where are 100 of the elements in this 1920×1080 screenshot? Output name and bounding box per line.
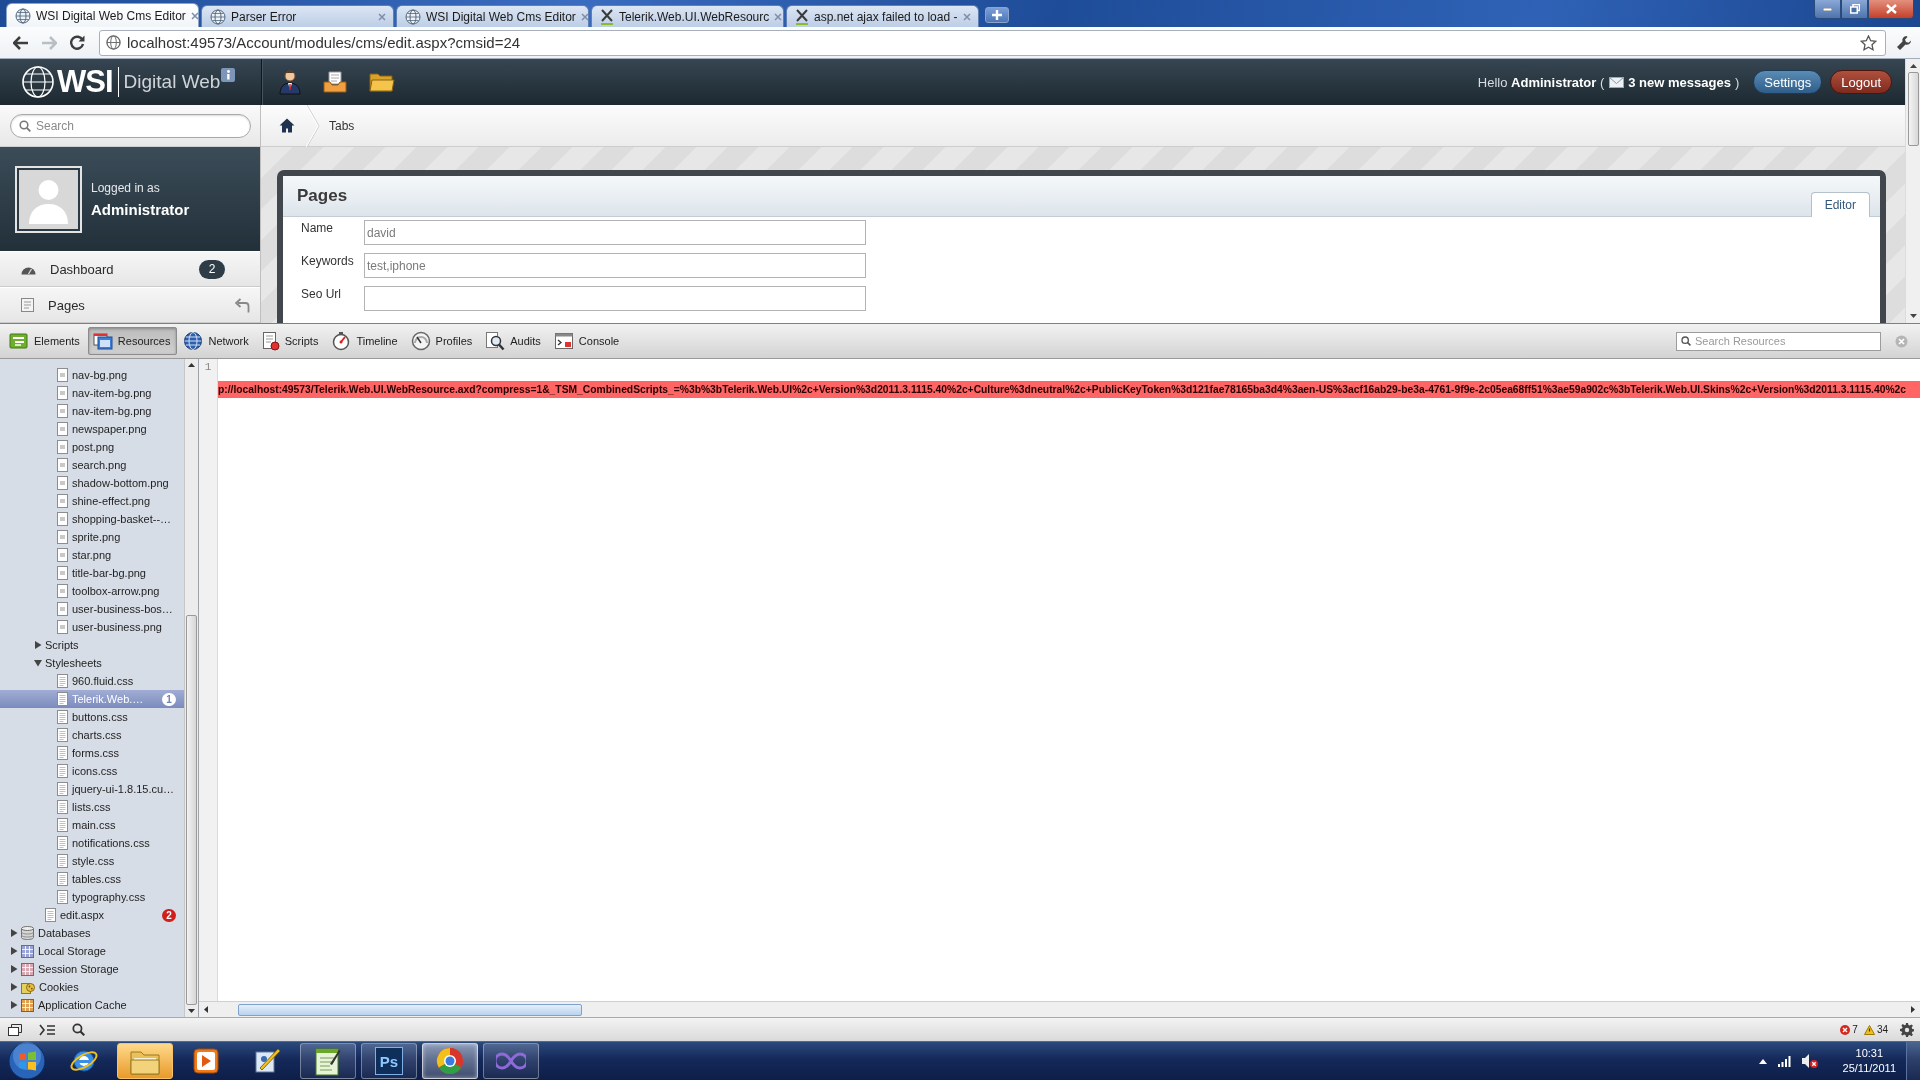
minimize-button[interactable]	[1814, 0, 1841, 19]
disclosure-triangle-icon[interactable]	[34, 641, 42, 649]
browser-tab[interactable]: Telerik.Web.UI.WebResourc	[591, 5, 784, 27]
inbox-tray-icon[interactable]	[323, 70, 347, 94]
tree-item[interactable]: Stylesheets	[0, 654, 184, 672]
tree-item[interactable]: charts.css	[0, 726, 184, 744]
tree-item[interactable]: typography.css	[0, 888, 184, 906]
logout-button[interactable]: Logout	[1830, 70, 1892, 94]
disclosure-triangle-icon[interactable]	[10, 965, 18, 973]
home-icon[interactable]	[279, 118, 295, 133]
devtools-tab[interactable]: Scripts	[256, 327, 326, 355]
devtools-tab[interactable]: Audits	[480, 327, 548, 355]
breadcrumb-link[interactable]: Tabs	[329, 118, 355, 133]
messages-link[interactable]: 3 new messages	[1628, 74, 1731, 90]
settings-button[interactable]: Settings	[1753, 70, 1823, 94]
scrollbar-thumb[interactable]	[1907, 72, 1919, 146]
dock-window-icon[interactable]	[8, 1023, 22, 1036]
warning-count[interactable]: 34	[1876, 1024, 1888, 1035]
browser-tab[interactable]: Parser Error	[201, 5, 394, 27]
scroll-down-arrow-icon[interactable]	[1909, 314, 1917, 318]
new-tab-button[interactable]	[985, 7, 1009, 23]
horizontal-scrollbar[interactable]	[199, 1001, 1920, 1017]
taskbar-button[interactable]: Ps	[361, 1043, 417, 1079]
disclosure-triangle-icon[interactable]	[34, 659, 42, 667]
scroll-up-arrow-icon[interactable]	[188, 363, 195, 367]
scrollbar-thumb[interactable]	[186, 615, 197, 1005]
tree-item[interactable]: tables.css	[0, 870, 184, 888]
error-count[interactable]: 7	[1852, 1024, 1858, 1035]
text-field[interactable]	[364, 286, 866, 311]
muted-speaker-icon[interactable]	[1801, 1054, 1818, 1068]
tree-item[interactable]: toolbox-arrow.png	[0, 582, 184, 600]
up-triangle-icon[interactable]	[1758, 1058, 1767, 1064]
scrollbar-thumb[interactable]	[238, 1003, 582, 1016]
tree-item[interactable]: nav-bg.png	[0, 366, 184, 384]
search-icon[interactable]	[72, 1023, 85, 1036]
wrench-icon[interactable]	[1896, 34, 1912, 51]
console-prompt-icon[interactable]	[39, 1023, 55, 1036]
scroll-up-arrow-icon[interactable]	[1909, 64, 1917, 68]
clock-time[interactable]: 10:31	[1855, 1046, 1884, 1061]
tree-item[interactable]: title-bar-bg.png	[0, 564, 184, 582]
tree-item[interactable]: lists.css	[0, 798, 184, 816]
start-button[interactable]	[6, 1042, 48, 1080]
tree-item[interactable]: star.png	[0, 546, 184, 564]
text-field[interactable]: david	[364, 220, 866, 245]
tree-item[interactable]: Application Cache	[0, 996, 184, 1014]
tree-item[interactable]: icons.css	[0, 762, 184, 780]
tree-item[interactable]: user-business-bos…	[0, 600, 184, 618]
signal-bars-icon[interactable]	[1777, 1055, 1791, 1067]
tree-item[interactable]: sprite.png	[0, 528, 184, 546]
tree-item[interactable]: Telerik.Web.… 1	[0, 690, 184, 708]
tree-item[interactable]: shine-effect.png	[0, 492, 184, 510]
close-icon[interactable]	[580, 12, 589, 21]
folder-icon[interactable]	[369, 71, 395, 93]
tree-item[interactable]: user-business.png	[0, 618, 184, 636]
tree-item[interactable]: jquery-ui-1.8.15.cu…	[0, 780, 184, 798]
disclosure-triangle-icon[interactable]	[10, 983, 18, 991]
tree-item[interactable]: shopping-basket--…	[0, 510, 184, 528]
disclosure-triangle-icon[interactable]	[10, 947, 18, 955]
tree-item[interactable]: search.png	[0, 456, 184, 474]
tree-item[interactable]: edit.aspx 2	[0, 906, 184, 924]
tree-item[interactable]: shadow-bottom.png	[0, 474, 184, 492]
browser-tab[interactable]: asp.net ajax failed to load -	[786, 5, 979, 27]
tree-item[interactable]: 960.fluid.css	[0, 672, 184, 690]
close-window-button[interactable]	[1868, 0, 1914, 19]
page-scrollbar[interactable]	[1905, 59, 1920, 323]
tree-item[interactable]: Local Storage	[0, 942, 184, 960]
tree-item[interactable]: nav-item-bg.png	[0, 384, 184, 402]
scroll-left-arrow-icon[interactable]	[204, 1006, 208, 1013]
devtools-tab[interactable]: Timeline	[326, 327, 405, 355]
tree-item[interactable]: buttons.css	[0, 708, 184, 726]
tree-item[interactable]: Session Storage	[0, 960, 184, 978]
tree-item[interactable]: forms.css	[0, 744, 184, 762]
show-desktop-button[interactable]	[1906, 1042, 1920, 1080]
tree-scrollbar[interactable]	[184, 359, 198, 1017]
browser-tab[interactable]: WSI Digital Web Cms Editor	[6, 3, 199, 27]
close-icon[interactable]	[190, 11, 199, 20]
text-field[interactable]: test,iphone	[364, 253, 866, 278]
business-person-icon[interactable]	[279, 69, 301, 95]
devtools-tab[interactable]: Network	[178, 327, 256, 355]
browser-tab[interactable]: WSI Digital Web Cms Editor	[396, 5, 589, 27]
tree-item[interactable]: newspaper.png	[0, 420, 184, 438]
scroll-right-arrow-icon[interactable]	[1911, 1006, 1915, 1013]
settings-icon[interactable]	[1900, 1022, 1914, 1037]
tree-item[interactable]: Databases	[0, 924, 184, 942]
search-field[interactable]: Search Resources	[1676, 331, 1881, 351]
tree-item[interactable]: post.png	[0, 438, 184, 456]
tree-item[interactable]: Scripts	[0, 636, 184, 654]
devtools-tab[interactable]: Console	[548, 327, 627, 355]
clock-date[interactable]: 25/11/2011	[1842, 1061, 1896, 1076]
tree-item[interactable]: style.css	[0, 852, 184, 870]
tree-item[interactable]: Cookies	[0, 978, 184, 996]
star-outline-icon[interactable]	[1860, 34, 1877, 51]
tree-item[interactable]: main.css	[0, 816, 184, 834]
disclosure-triangle-icon[interactable]	[10, 1001, 18, 1009]
devtools-tab[interactable]: Profiles	[405, 327, 480, 355]
devtools-tab[interactable]: Elements	[4, 327, 87, 355]
restore-button[interactable]	[1841, 0, 1868, 19]
search-field[interactable]: Search	[10, 113, 251, 138]
tree-item[interactable]: notifications.css	[0, 834, 184, 852]
scroll-down-arrow-icon[interactable]	[188, 1009, 195, 1013]
